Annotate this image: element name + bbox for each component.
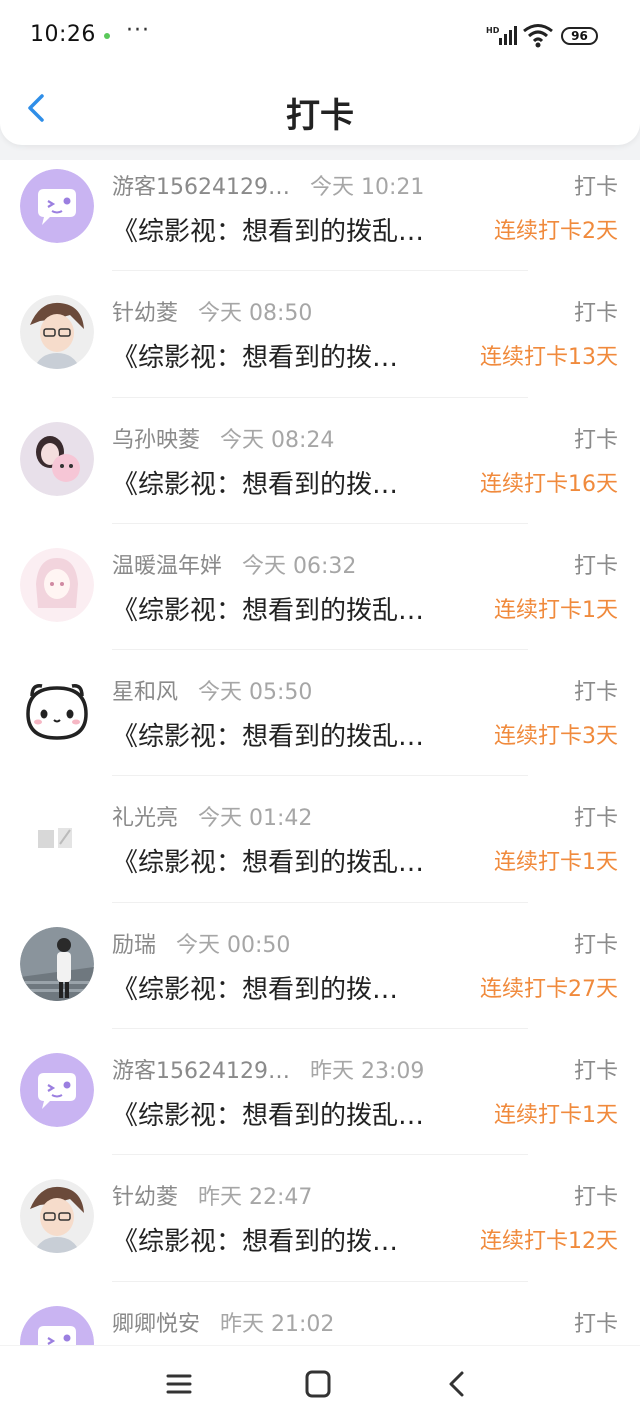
list-item[interactable]: 温暖温年姅 今天 06:32 打卡《综影视：想看到的拨乱… 连续打卡1天 (0, 524, 640, 651)
user-meta: 卿卿悦安 昨天 21:02 (112, 1306, 334, 1338)
streak-label: 连续打卡1天 (494, 850, 618, 876)
back-triangle-icon[interactable] (437, 1368, 477, 1400)
book-title[interactable]: 《综影视：想看到的拨乱… (112, 590, 477, 627)
checkin-time: 今天 06:32 (242, 553, 357, 579)
list-item[interactable]: 游客15624129… 昨天 23:09 打卡《综影视：想看到的拨乱… 连续打卡1天 (0, 1029, 640, 1156)
user-meta: 礼光亮 今天 01:42 (112, 800, 312, 832)
wifi-icon (523, 24, 553, 48)
avatar[interactable] (20, 800, 94, 875)
list-item[interactable]: 针幼菱 昨天 22:47 打卡《综影视：想看到的拨… 连续打卡12天 (0, 1155, 640, 1282)
action-label: 打卡 (573, 553, 618, 579)
user-name[interactable]: 游客15624129… (112, 169, 290, 201)
checkin-time: 昨天 23:09 (309, 1059, 425, 1085)
action-label: 打卡 (573, 932, 618, 958)
book-title[interactable]: 《综影视：想看到的拨… (112, 337, 477, 374)
checkin-time: 今天 05:50 (198, 680, 313, 706)
avatar[interactable] (20, 1053, 94, 1128)
action-label: 打卡 (573, 427, 618, 453)
list-item[interactable]: 励瑞 今天 00:50 打卡《综影视：想看到的拨… 连续打卡27天 (0, 903, 640, 1030)
user-name[interactable]: 星和风 (112, 674, 178, 706)
avatar[interactable] (20, 674, 94, 749)
title-bar: 打卡 (0, 72, 640, 144)
user-meta: 温暖温年姅 今天 06:32 (112, 548, 356, 580)
page: 10:26 ··· HD 96 打卡 游客15624129… 今天 10:21 … (0, 0, 640, 1422)
user-name[interactable]: 温暖温年姅 (112, 548, 222, 580)
navigation-bar (0, 1345, 640, 1422)
home-square-icon[interactable] (298, 1368, 338, 1400)
status-time: 10:26 (30, 22, 96, 47)
checkin-time: 今天 01:42 (198, 806, 313, 832)
action-label: 打卡 (573, 1059, 618, 1085)
streak-label: 连续打卡13天 (480, 345, 618, 371)
avatar[interactable] (20, 1305, 94, 1345)
user-meta: 游客15624129… 昨天 23:09 (112, 1053, 424, 1085)
checkin-time: 今天 08:50 (198, 301, 313, 327)
avatar[interactable] (20, 547, 94, 622)
user-name[interactable]: 励瑞 (112, 927, 156, 959)
action-label: 打卡 (573, 175, 618, 200)
avatar[interactable] (20, 295, 94, 370)
book-title[interactable]: 《综影视：想看到的拨… (112, 1221, 477, 1258)
streak-label: 连续打卡16天 (480, 471, 618, 497)
streak-label: 连续打卡27天 (480, 976, 618, 1002)
checkin-time: 今天 10:21 (309, 175, 425, 200)
checkin-time: 昨天 21:02 (220, 1311, 335, 1337)
user-name[interactable]: 礼光亮 (112, 800, 178, 832)
top-card: 10:26 ··· HD 96 打卡 (0, 0, 640, 145)
user-name[interactable]: 针幼菱 (112, 1179, 178, 1211)
user-meta: 星和风 今天 05:50 (112, 674, 312, 706)
action-label: 打卡 (573, 806, 618, 832)
book-title[interactable]: 《综影视：想看到的拨乱… (112, 1095, 477, 1132)
checkin-list[interactable]: 游客15624129… 今天 10:21 打卡 《综影视：想看到的拨乱… 连续打卡2天针… (0, 145, 640, 1345)
user-name[interactable]: 游客15624129… (112, 1053, 290, 1085)
user-meta: 励瑞 今天 00:50 (112, 927, 290, 959)
user-name[interactable]: 乌孙映菱 (112, 422, 200, 454)
avatar[interactable] (20, 1179, 94, 1254)
list-item[interactable]: 星和风 今天 05:50 打卡《综影视：想看到的拨乱… 连续打卡3天 (0, 650, 640, 777)
battery-indicator: 96 (561, 27, 598, 45)
user-meta: 乌孙映菱 今天 08:24 (112, 422, 334, 454)
action-label: 打卡 (573, 1185, 618, 1211)
list-item[interactable]: 乌孙映菱 今天 08:24 打卡《综影视：想看到的拨… 连续打卡16天 (0, 398, 640, 524)
status-bar: 10:26 ··· HD 96 (0, 0, 640, 72)
avatar[interactable] (20, 169, 94, 243)
streak-label: 连续打卡12天 (480, 1229, 618, 1255)
user-name[interactable]: 卿卿悦安 (112, 1306, 200, 1338)
action-label: 打卡 (573, 1311, 618, 1337)
list-item[interactable]: 针幼菱 今天 08:50 打卡《综影视：想看到的拨… 连续打卡13天 (0, 271, 640, 398)
user-name[interactable]: 针幼菱 (112, 295, 178, 327)
checkin-time: 昨天 22:47 (198, 1185, 313, 1211)
page-title: 打卡 (286, 96, 354, 136)
book-title[interactable]: 《综影视：想看到的拨… (112, 969, 477, 1006)
menu-icon[interactable] (159, 1368, 199, 1400)
action-label: 打卡 (573, 301, 618, 327)
avatar[interactable] (20, 421, 94, 496)
list-item[interactable]: 游客15624129… 今天 10:21 打卡《综影视：想看到的拨乱… 连续打卡2天 (0, 145, 640, 272)
notification-dot-icon (104, 33, 110, 39)
hd-signal-icon: HD (486, 26, 517, 45)
streak-label: 连续打卡3天 (494, 724, 618, 750)
svg-text:HD: HD (486, 26, 500, 35)
avatar[interactable] (20, 926, 94, 1001)
streak-label: 连续打卡2天 (494, 219, 618, 244)
streak-label: 连续打卡1天 (494, 597, 618, 623)
list-item[interactable]: 礼光亮 今天 01:42 打卡《综影视：想看到的拨乱… 连续打卡1天 (0, 776, 640, 903)
book-title[interactable]: 《综影视：想看到的拨乱… (112, 211, 477, 248)
user-meta: 针幼菱 昨天 22:47 (112, 1179, 312, 1211)
more-dots-icon: ··· (126, 18, 150, 43)
action-label: 打卡 (573, 680, 618, 706)
checkin-time: 今天 08:24 (220, 427, 335, 453)
user-meta: 针幼菱 今天 08:50 (112, 295, 312, 327)
user-meta: 游客15624129… 今天 10:21 (112, 169, 424, 201)
list-item[interactable]: 卿卿悦安 昨天 21:02 打卡 (0, 1282, 640, 1345)
streak-label: 连续打卡1天 (494, 1103, 618, 1129)
book-title[interactable]: 《综影视：想看到的拨乱… (112, 842, 477, 879)
book-title[interactable]: 《综影视：想看到的拨… (112, 464, 477, 501)
book-title[interactable]: 《综影视：想看到的拨乱… (112, 716, 477, 753)
checkin-time: 今天 00:50 (176, 932, 291, 958)
